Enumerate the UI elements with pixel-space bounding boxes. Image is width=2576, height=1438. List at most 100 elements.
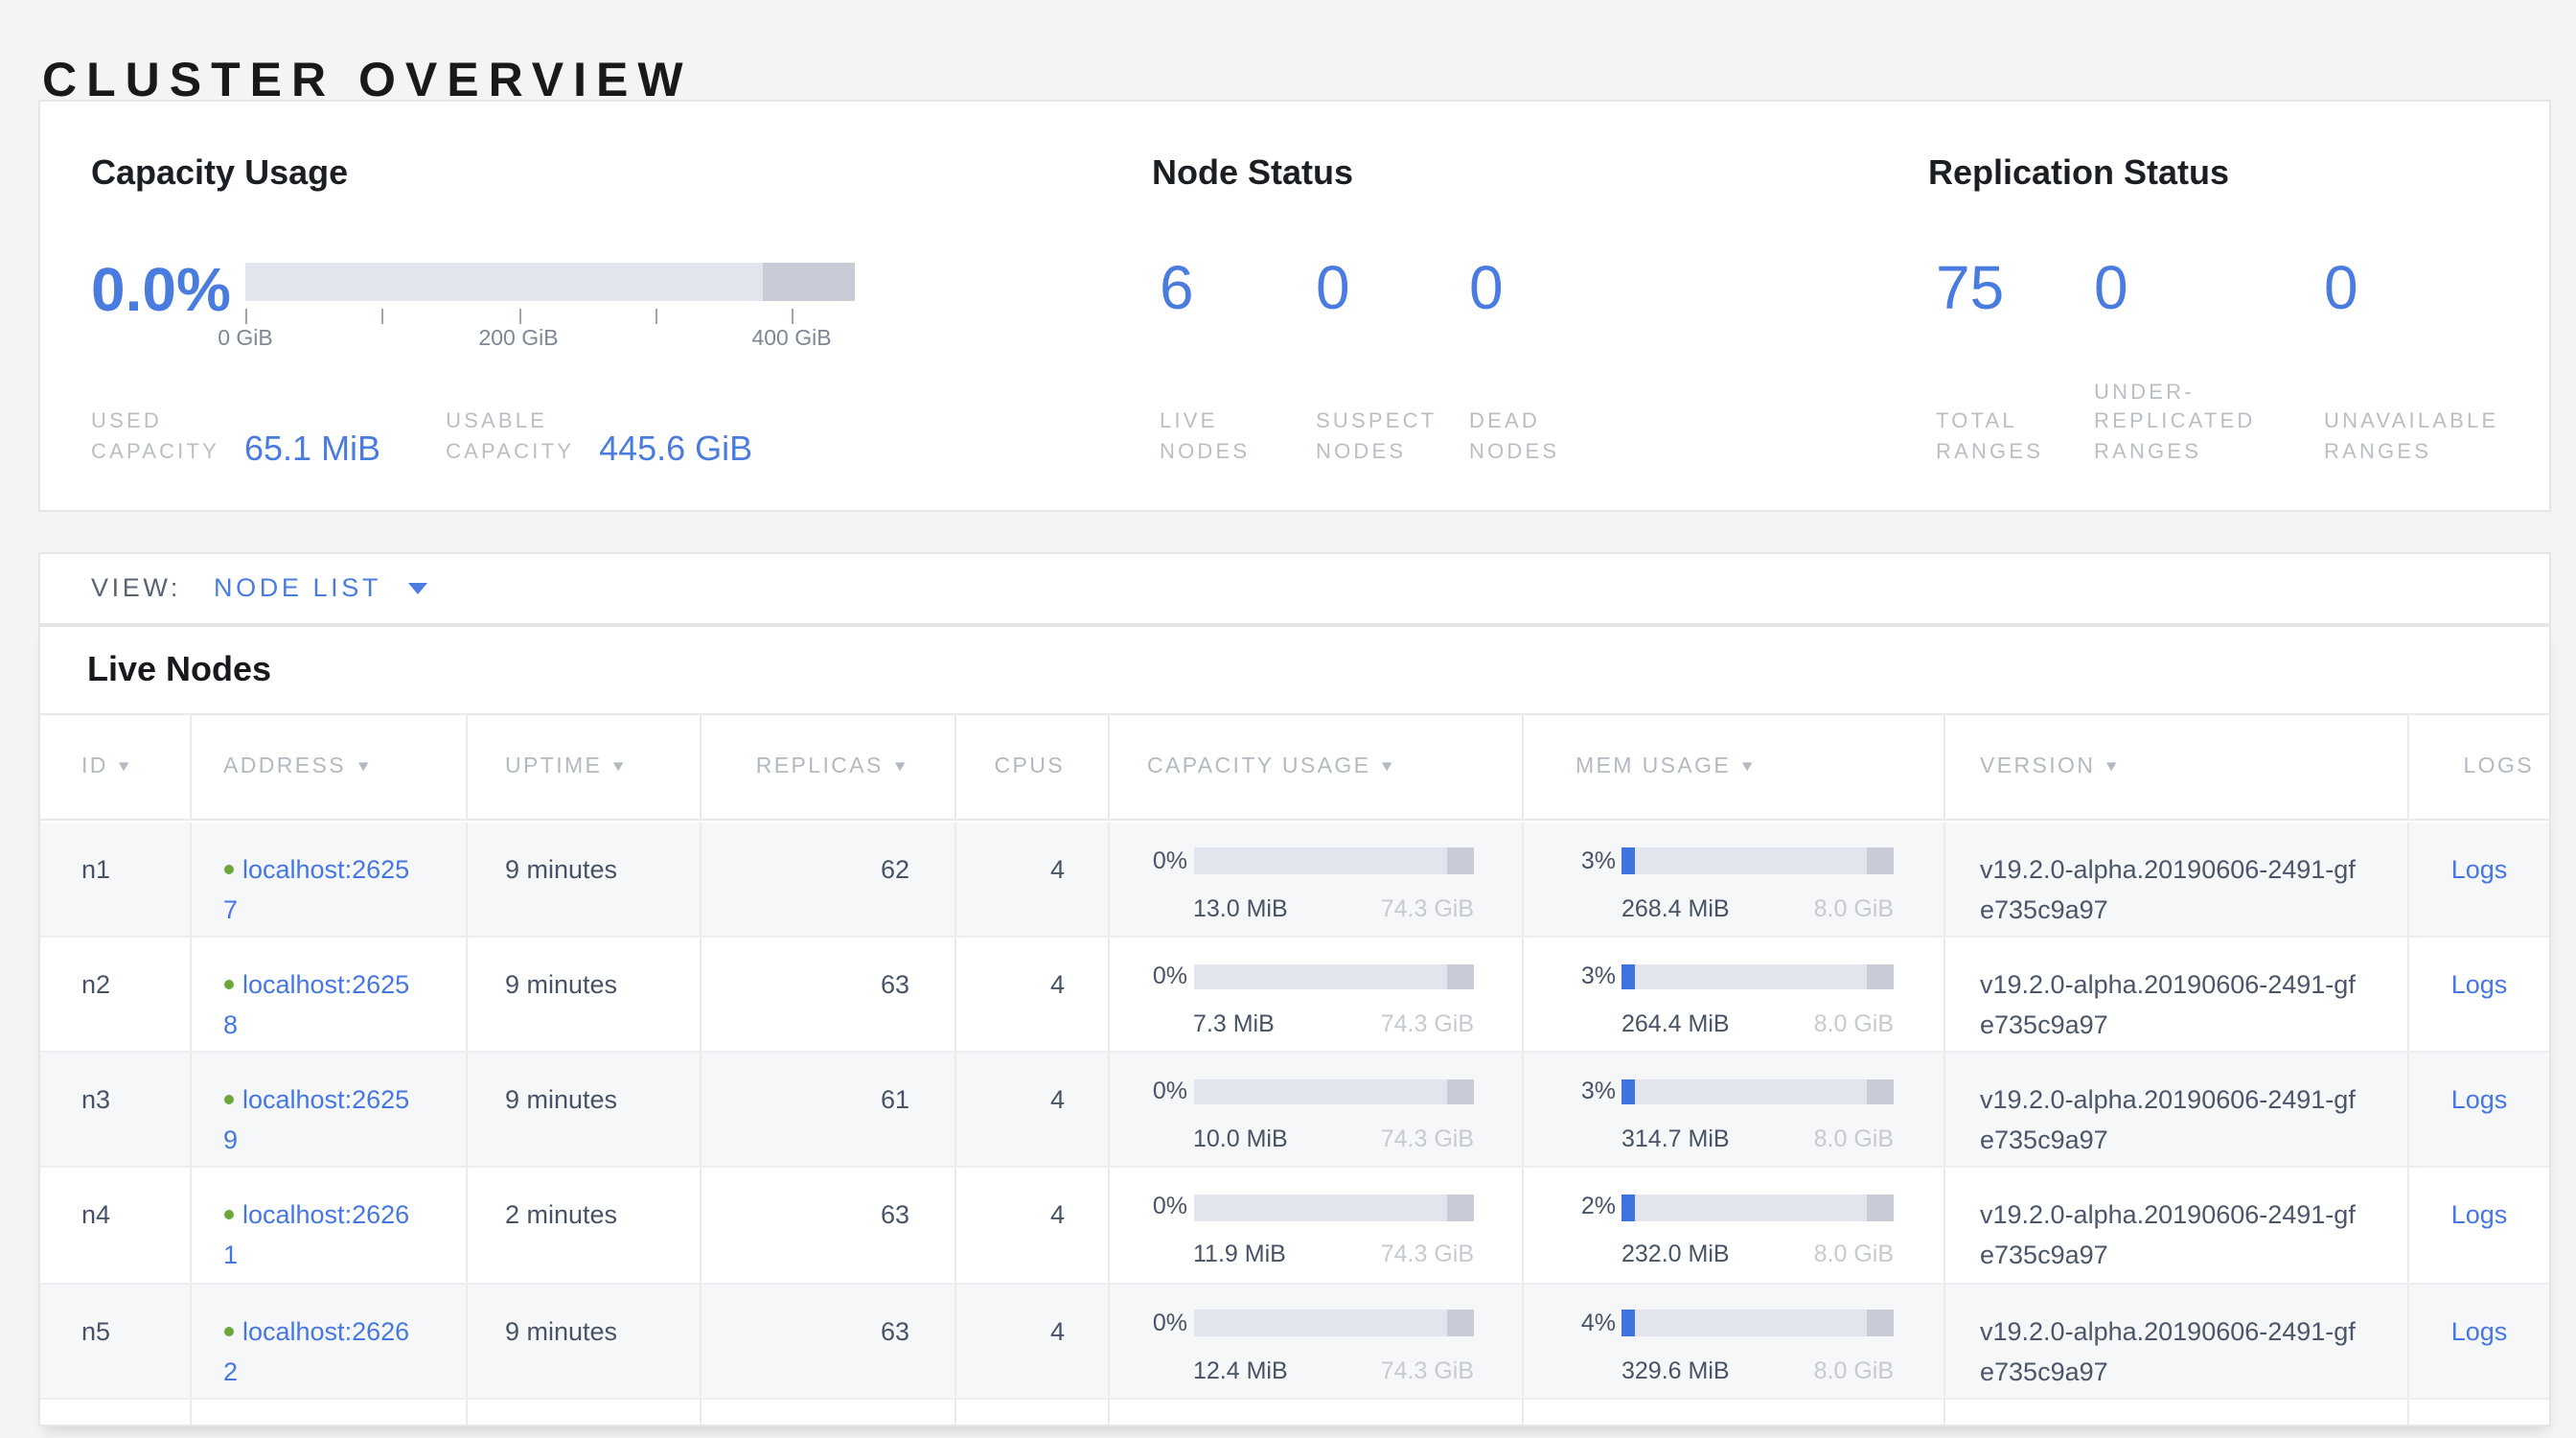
table-row-n4: n4localhost:262612 minutes6340%11.9 MiB7… [40,1169,2549,1285]
column-header-logs: LOGS [2409,714,2549,818]
column-header-label: MEM USAGE [1576,754,1731,777]
column-header-label: VERSION [1980,754,2095,777]
used-capacity-value: 65.1 MiB [244,431,380,468]
chevron-down-icon[interactable] [408,583,427,594]
capacity-axis-labels: 0 GiB 200 GiB 400 GiB [245,328,855,355]
cluster-overview-page: CLUSTER OVERVIEW Capacity Usage 0.0% 0 G… [0,0,2576,1438]
column-header-mem-usage[interactable]: MEM USAGE ▼ [1524,714,1945,818]
cell-capacity-usage-total-value: 74.3 GiB [1381,1236,1474,1276]
cell-logs: Logs [2409,1053,2549,1167]
column-header-id[interactable]: ID▼ [40,714,192,818]
cell-logs: Logs [2409,1169,2549,1283]
cell-mem-usage-used-value: 329.6 MiB [1622,1351,1730,1391]
cell-mem-usage-bar-reserved-segment [1867,1079,1894,1105]
column-header-label: ADDRESS [223,754,346,777]
used-capacity-stat: USED CAPACITY 65.1 MiB [91,408,380,468]
live-nodes-title: Live Nodes [87,649,271,689]
cell-mem-usage-bar-fill [1622,848,1635,874]
node-live-status-icon [223,864,233,873]
replication-metric-label-0: TOTAL RANGES [1936,408,2094,468]
cell-mem-usage: 3%314.7 MiB8.0 GiB [1524,1053,1945,1167]
cell-capacity-usage-total-value: 74.3 GiB [1381,1351,1474,1391]
cell-address: localhost:26258 [192,938,467,1052]
column-header-replicas[interactable]: REPLICAS▼ [701,714,955,818]
replication-status-values: 7500 [1936,255,2482,320]
logs-link[interactable]: Logs [2451,970,2508,999]
table-row-n2: n2localhost:262589 minutes6340%7.3 MiB74… [40,938,2549,1054]
tick-label-0: 0 GiB [218,328,273,351]
cell-capacity-usage-bar [1193,848,1474,874]
capacity-usage-title: Capacity Usage [91,153,348,194]
node-metric-label-2: DEAD NODES [1469,408,1625,468]
sort-arrow-icon[interactable]: ▼ [1738,757,1759,775]
cell-capacity-usage: 0%10.0 MiB74.3 GiB [1109,1053,1524,1167]
sort-arrow-icon[interactable]: ▼ [354,757,374,775]
address-link[interactable]: localhost:26261 [223,1201,409,1270]
sort-arrow-icon[interactable]: ▼ [1379,757,1399,775]
capacity-usage-section: Capacity Usage 0.0% 0 GiB 200 GiB 400 Gi… [91,102,1088,510]
cell-replicas: 61 [701,1053,955,1167]
replication-status-labels: TOTAL RANGESUNDER-REPLICATED RANGESUNAVA… [1936,379,2482,468]
sort-arrow-icon[interactable]: ▼ [891,757,911,775]
column-header-cpus: CPUS [955,714,1109,818]
cell-cpus: 4 [955,1169,1109,1283]
node-metric-label-1: SUSPECT NODES [1316,408,1469,468]
cell-version: v19.2.0-alpha.20190606-2491-gfe735c9a97 [1945,938,2409,1052]
logs-link[interactable]: Logs [2451,854,2508,883]
cell-node-id: n3 [40,1053,192,1167]
node-live-status-icon [223,1326,233,1335]
cell-capacity-usage-bar [1193,1079,1474,1105]
cell-capacity-usage-used-value: 10.0 MiB [1193,1120,1288,1160]
replication-metric-value-0: 75 [1936,255,2094,320]
address-link[interactable]: localhost:26258 [223,970,409,1039]
address-link[interactable]: localhost:26259 [223,1085,409,1154]
cell-cpus: 4 [955,1053,1109,1167]
column-header-label: CPUS [994,754,1065,777]
replication-metric-value-2: 0 [2324,255,2482,320]
tick-label-400: 400 GiB [751,328,831,351]
column-header-address[interactable]: ADDRESS ▼ [192,714,467,818]
cell-uptime: 9 minutes [467,938,701,1052]
node-live-status-icon [223,1211,233,1220]
cell-capacity-usage-total-value: 74.3 GiB [1381,1005,1474,1045]
sort-arrow-icon[interactable]: ▼ [116,757,136,775]
view-dropdown[interactable]: NODE LIST [214,574,381,603]
node-status-values: 600 [1160,255,1625,320]
address-link[interactable]: localhost:26257 [223,854,409,923]
cell-cpus: 4 [955,1284,1109,1398]
cell-version: v19.2.0-alpha.20190606-2491-gfe735c9a97 [1945,1284,2409,1398]
cell-capacity-usage-bar-reserved-segment [1447,1310,1474,1336]
column-header-version[interactable]: VERSION ▼ [1945,714,2409,818]
cell-version: v19.2.0-alpha.20190606-2491-gfe735c9a97 [1945,1169,2409,1283]
sort-arrow-icon[interactable]: ▼ [2104,757,2124,775]
used-capacity-label: USED CAPACITY [91,408,219,468]
cell-capacity-usage-bar-reserved-segment [1447,1079,1474,1105]
logs-link[interactable]: Logs [2451,1085,2508,1114]
cell-capacity-usage: 0%13.0 MiB74.3 GiB [1109,822,1524,936]
cell-capacity-usage-total-value: 74.3 GiB [1381,889,1474,929]
sort-arrow-icon[interactable]: ▼ [610,757,631,775]
column-header-uptime[interactable]: UPTIME▼ [467,714,701,818]
cell-mem-usage-bar-reserved-segment [1867,848,1894,874]
cell-mem-usage-total-value: 8.0 GiB [1814,889,1894,929]
cell-capacity-usage: 0%12.4 MiB74.3 GiB [1109,1284,1524,1398]
column-header-capacity-usage[interactable]: CAPACITY USAGE ▼ [1109,714,1524,818]
cell-address: localhost:26259 [192,1053,467,1167]
cell-mem-usage-total-value: 8.0 GiB [1814,1236,1894,1276]
cell-replicas: 63 [701,1284,955,1398]
cell-mem-usage-bar [1622,1310,1894,1336]
address-link[interactable]: localhost:26262 [223,1316,409,1385]
replication-metric-label-1: UNDER-REPLICATED RANGES [2094,379,2324,468]
node-live-status-icon [223,980,233,989]
usable-capacity-stat: USABLE CAPACITY 445.6 GiB [446,408,752,468]
cell-mem-usage-used-value: 232.0 MiB [1622,1236,1730,1276]
capacity-stats: USED CAPACITY 65.1 MiB USABLE CAPACITY 4… [91,408,752,468]
cell-mem-usage-bar [1622,848,1894,874]
cell-mem-usage-bar [1622,1194,1894,1220]
table-row-n1: n1localhost:262579 minutes6240%13.0 MiB7… [40,822,2549,938]
logs-link[interactable]: Logs [2451,1201,2508,1230]
node-metric-label-0: LIVE NODES [1160,408,1316,468]
column-header-label: CAPACITY USAGE [1147,754,1370,777]
cell-mem-usage-bar-reserved-segment [1867,963,1894,989]
logs-link[interactable]: Logs [2451,1316,2508,1345]
